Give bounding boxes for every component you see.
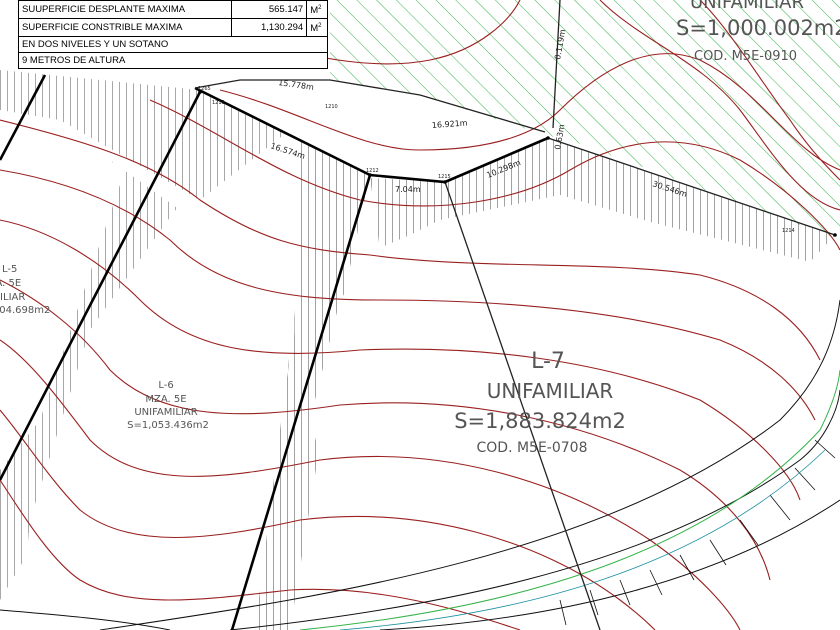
lot-l6-area: S=1,053.436m2 bbox=[127, 420, 209, 431]
unit-sup: 2 bbox=[318, 5, 322, 11]
dimension-704: 7.04m bbox=[395, 185, 421, 194]
summary-label: EN DOS NIVELES Y UN SOTANO bbox=[18, 36, 328, 53]
unit-text: M bbox=[310, 23, 319, 35]
summary-row: EN DOS NIVELES Y UN SOTANO bbox=[18, 36, 328, 53]
summary-unit: M2 bbox=[306, 0, 328, 20]
lot-ne-area: S=1,000.002m2 bbox=[676, 16, 840, 40]
point-1214: 1214 bbox=[782, 228, 795, 234]
lot-l5-area: S=1,04.698m2 bbox=[0, 305, 50, 316]
lot-ne-use: UNIFAMILIAR bbox=[690, 0, 804, 13]
summary-row: SUUPERFICIE DESPLANTE MAXIMA 565.147 M2 bbox=[17, 0, 328, 20]
summary-label: SUPERFICIE CONSTRIBLE MAXIMA bbox=[17, 18, 233, 38]
lot-ne-code: COD. M5E-0910 bbox=[694, 49, 797, 64]
lot-l6-block: MZA. 5E bbox=[145, 394, 186, 405]
summary-label: SUUPERFICIE DESPLANTE MAXIMA bbox=[17, 0, 233, 20]
lot-l5-id: L-5 bbox=[2, 264, 17, 275]
summary-value: 1,130.294 bbox=[231, 18, 308, 38]
point-1213: 1213 bbox=[212, 100, 225, 106]
point-1212: 1212 bbox=[366, 168, 379, 174]
lot-l6-use: UNIFAMILIAR bbox=[134, 407, 197, 418]
lot-l7-id: L-7 bbox=[531, 349, 565, 374]
point-1215: 1215 bbox=[438, 174, 451, 180]
lot-l6-id: L-6 bbox=[158, 380, 173, 391]
summary-row: 9 METROS DE ALTURA bbox=[18, 52, 328, 70]
lot-l7-code: COD. M5E-0708 bbox=[477, 440, 588, 456]
lot-l7-use: UNIFAMILIAR bbox=[487, 379, 614, 403]
summary-row: SUPERFICIE CONSTRIBLE MAXIMA 1,130.294 M… bbox=[17, 18, 328, 38]
lot-l5-block: MZA. 5E bbox=[0, 278, 21, 289]
unit-sup: 2 bbox=[318, 23, 322, 30]
summary-table: SUUPERFICIE DESPLANTE MAXIMA 565.147 M2 … bbox=[17, 0, 328, 70]
summary-unit: M2 bbox=[306, 18, 328, 38]
summary-value: 565.147 bbox=[231, 0, 308, 20]
point-1265: 1265 bbox=[198, 86, 211, 92]
summary-label: 9 METROS DE ALTURA bbox=[18, 52, 328, 70]
unit-text: M bbox=[310, 5, 319, 17]
lot-l7-area: S=1,883.824m2 bbox=[454, 409, 626, 433]
lot-l5-use: UNIFAMILIAR bbox=[0, 292, 25, 303]
site-plan-drawing: 15.778m 16.921m 16.574m 7.04m 10.298m 30… bbox=[0, 0, 840, 630]
point-1210: 1210 bbox=[325, 104, 338, 110]
